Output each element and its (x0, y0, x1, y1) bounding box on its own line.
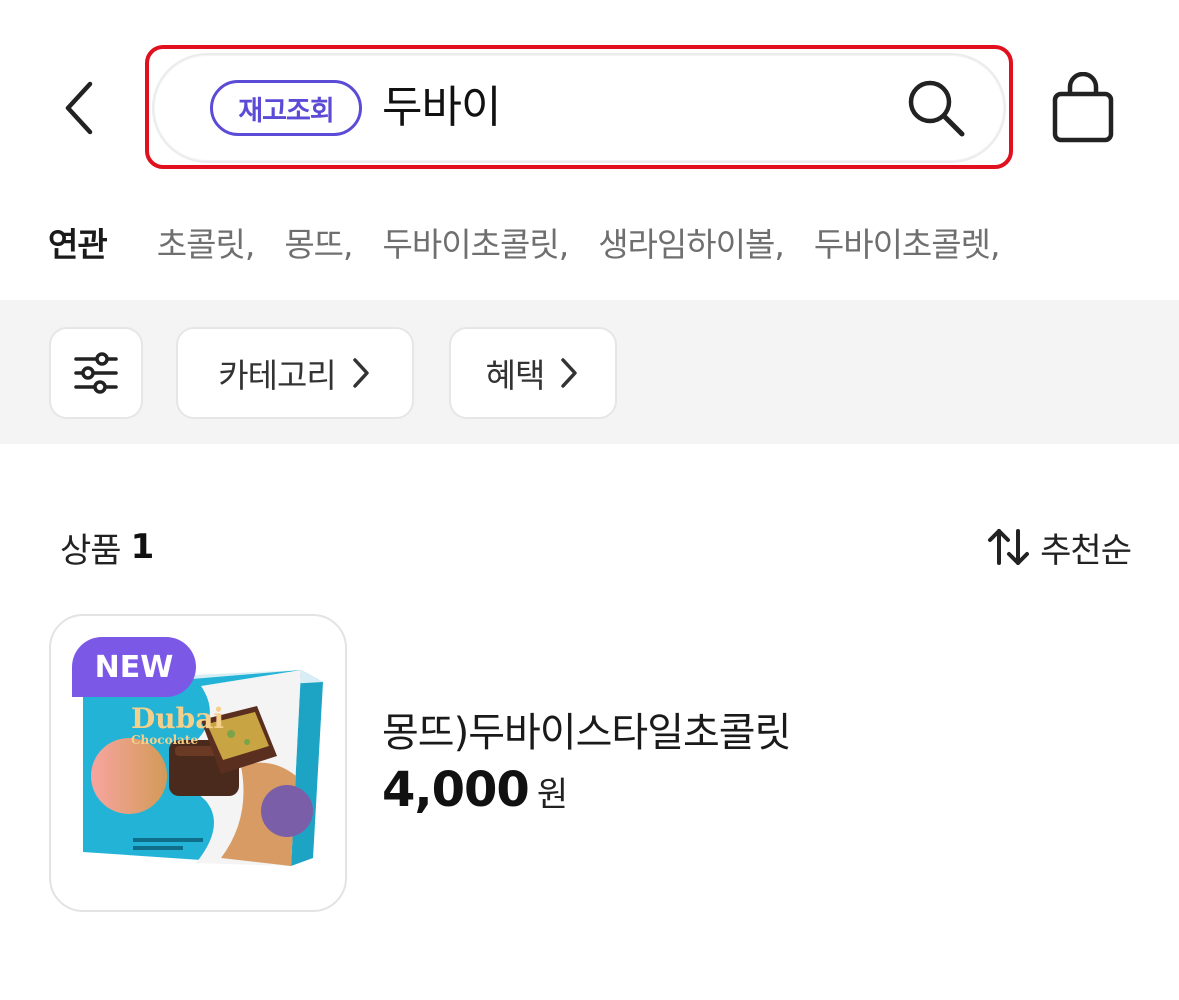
new-badge: NEW (72, 637, 196, 697)
search-icon (908, 80, 965, 137)
category-filter-label: 카테고리 (218, 356, 336, 395)
search-button[interactable] (900, 75, 972, 141)
stock-check-badge[interactable]: 재고조회 (210, 80, 362, 136)
package-subtitle-text: Chocolate (131, 733, 198, 747)
sort-button[interactable]: 추천순 (986, 520, 1132, 574)
product-count: 상품 1 (60, 520, 155, 574)
chevron-right-icon (352, 358, 369, 388)
product-price: 4,000 원 (382, 762, 568, 818)
price-value: 4,000 (382, 762, 530, 818)
shopping-bag-icon (1052, 72, 1114, 143)
sliders-icon (74, 352, 118, 394)
related-keyword[interactable]: 두바이초콜릿, (383, 218, 570, 266)
filter-settings-button[interactable] (49, 327, 143, 419)
related-keyword[interactable]: 초콜릿, (157, 218, 256, 266)
search-input[interactable]: 두바이 (382, 76, 501, 140)
chevron-right-icon (561, 358, 578, 388)
benefit-filter-label: 혜택 (485, 356, 546, 395)
related-label: 연관 (48, 225, 108, 264)
related-keyword[interactable]: 생라임하이볼, (598, 218, 785, 266)
related-keywords: 연관 초콜릿, 몽뜨, 두바이초콜릿, 생라임하이볼, 두바이초콜렛, (48, 210, 1179, 274)
related-keyword[interactable]: 몽뜨, (284, 218, 353, 266)
benefit-filter-button[interactable]: 혜택 (449, 327, 617, 419)
price-unit: 원 (536, 775, 569, 815)
search-results-page: 재고조회 두바이 연관 초콜릿, 몽뜨, 두바이초콜릿, 생라임하이볼, 두바이… (0, 0, 1179, 1000)
back-button[interactable] (50, 72, 110, 144)
product-name[interactable]: 몽뜨)두바이스타일초콜릿 (382, 700, 791, 758)
related-keyword[interactable]: 두바이초콜렛, (814, 218, 1001, 266)
category-filter-button[interactable]: 카테고리 (176, 327, 414, 419)
product-count-label: 상품 (60, 530, 122, 571)
chevron-left-icon (65, 81, 93, 135)
sort-arrows-icon (988, 529, 1030, 565)
cart-button[interactable] (1046, 70, 1120, 146)
sort-label: 추천순 (1040, 530, 1132, 571)
product-count-value: 1 (130, 527, 155, 567)
package-brand-text: Dubai (131, 702, 224, 735)
